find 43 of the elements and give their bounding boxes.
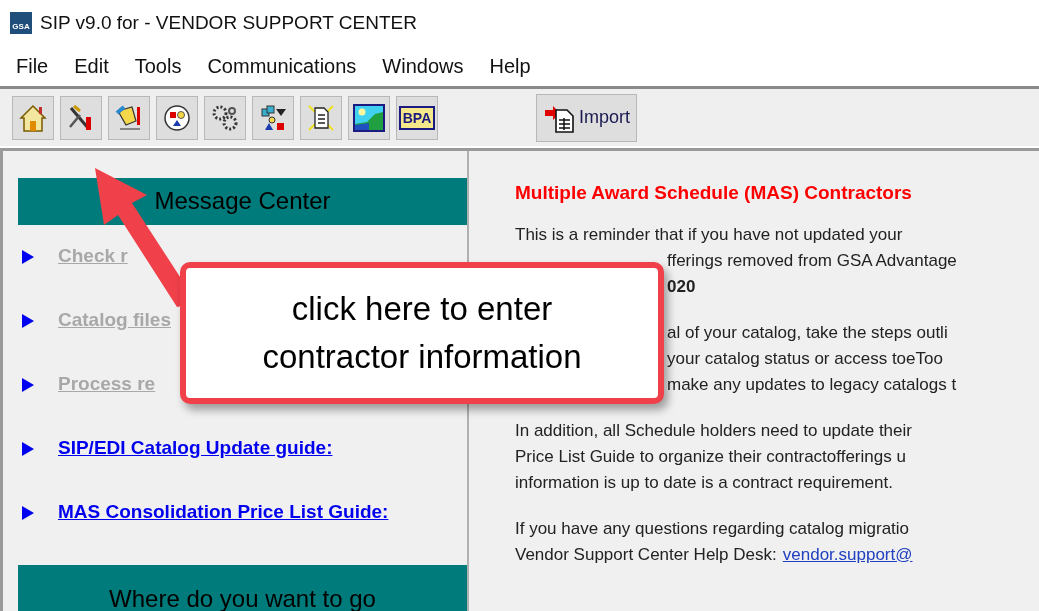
notice-text: Vendor Support Center Help Desk:: [515, 543, 777, 566]
notice-text: Price List Guide to organize their contractofferings u: [515, 445, 906, 468]
bullet-icon: [22, 249, 34, 264]
message-link[interactable]: MAS Consolidation Price List Guide:: [58, 498, 389, 527]
callout-text: click here to enter contractor information: [261, 289, 583, 377]
notice-text: This is a reminder that if you have not updated your: [515, 223, 903, 246]
import-button[interactable]: Import: [536, 93, 637, 142]
notice-text: If you have any questions regarding catalog migratio: [515, 517, 910, 540]
message-link[interactable]: SIP/EDI Catalog Update guide:: [58, 434, 333, 463]
notice-text: make any updates to legacy catalogs t: [667, 373, 957, 396]
document-icon: [306, 102, 336, 133]
toolbar-button[interactable]: [252, 95, 294, 140]
toolbar-button[interactable]: BPA: [396, 95, 438, 140]
section-header: Message Center: [18, 178, 467, 225]
gsa-logo: GSA: [10, 12, 32, 34]
shapes-icon: [258, 102, 288, 133]
bullet-icon: [22, 313, 34, 328]
notice-text: information is up to date is a contract requirement.: [515, 471, 893, 494]
bullet-icon: [22, 441, 34, 456]
bullet-icon: [22, 377, 34, 392]
bullet-icon: [22, 505, 34, 520]
notice-text: 020: [667, 275, 696, 298]
menu-item[interactable]: Help: [485, 51, 535, 81]
toolbar-button[interactable]: [348, 95, 390, 140]
notice-text: In addition, all Schedule holders need to update their: [515, 419, 912, 442]
notice-text: al of your catalog, take the steps outli: [667, 321, 948, 344]
house-icon: [18, 102, 48, 133]
notice-title: Multiple Award Schedule (MAS) Contractors: [515, 181, 913, 205]
window-title: SIP v9.0 for - VENDOR SUPPORT CENTER: [40, 10, 417, 35]
toolbar-button[interactable]: [300, 95, 342, 140]
toolbar-button[interactable]: [156, 95, 198, 140]
menu-item[interactable]: Edit: [70, 51, 113, 81]
landscape-icon: [353, 103, 385, 132]
notice-text: your catalog status or access toeToo: [667, 347, 943, 370]
menu-item[interactable]: Windows: [378, 51, 468, 81]
toolbar-button[interactable]: [204, 95, 246, 140]
menu-item[interactable]: Tools: [130, 51, 186, 81]
menu-item[interactable]: Communications: [203, 51, 361, 81]
notice-text: fferings removed from GSA Advantage: [667, 249, 957, 272]
menu-item[interactable]: File: [12, 51, 53, 81]
toolbar-button[interactable]: [60, 95, 102, 140]
email-link[interactable]: vendor.support@: [782, 541, 913, 568]
circle-shapes-icon: [162, 102, 192, 133]
